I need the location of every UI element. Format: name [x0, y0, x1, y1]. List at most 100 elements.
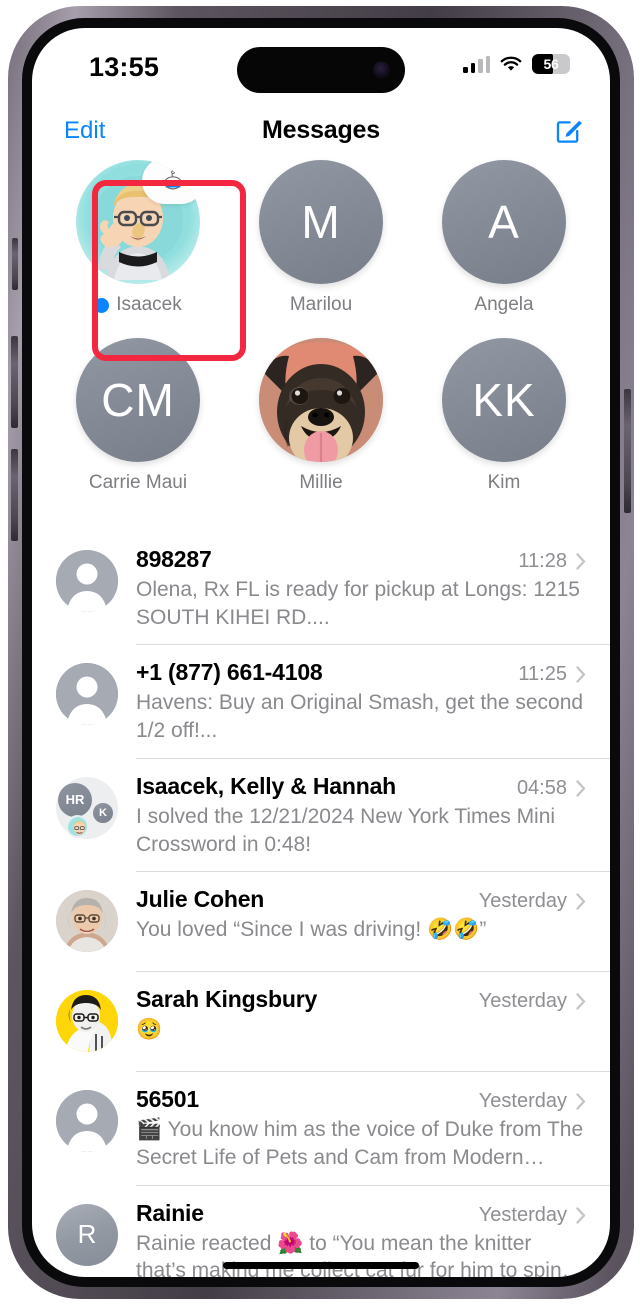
- pinned-item-millie[interactable]: Millie: [245, 338, 397, 494]
- conversation-time: Yesterday: [478, 1203, 567, 1226]
- conversation-meta: Yesterday: [479, 1090, 586, 1113]
- initials-avatar: A: [442, 160, 566, 284]
- battery-percent: 56: [543, 56, 559, 72]
- conversation-meta: 11:25: [518, 663, 586, 686]
- conversation-header: +1 (877) 661-4108 11:25: [136, 659, 586, 686]
- placeholder-person-avatar: [56, 663, 118, 726]
- pinned-row-1: Isaacek M Marilou A Angela: [62, 160, 580, 316]
- volume-up-button[interactable]: [11, 336, 18, 428]
- conversation-header: 56501 Yesterday: [136, 1086, 586, 1113]
- conversation-meta: 11:28: [518, 550, 586, 573]
- phone-screen: 13:55 56 Edit Messages Isaacek M Marilou…: [32, 28, 610, 1277]
- page-title: Messages: [262, 116, 380, 144]
- pinned-conversations-grid: Isaacek M Marilou A Angela CM Carrie Mau…: [32, 160, 610, 532]
- phone-hardware-frame: 13:55 56 Edit Messages Isaacek M Marilou…: [8, 6, 634, 1299]
- conversation-body: Julie Cohen Yesterday You loved “Since I…: [136, 886, 586, 944]
- conversation-name: 56501: [136, 1086, 199, 1113]
- conversation-name: +1 (877) 661-4108: [136, 659, 323, 686]
- group-avatar-initials-1: HR: [58, 782, 92, 817]
- contact-photo-avatar: [56, 890, 118, 953]
- conversation-row[interactable]: Julie Cohen Yesterday You loved “Since I…: [32, 872, 610, 973]
- chevron-right-icon[interactable]: [576, 1207, 586, 1224]
- conversation-header: Isaacek, Kelly & Hannah 04:58: [136, 773, 586, 800]
- conversation-body: Isaacek, Kelly & Hannah 04:58 I solved t…: [136, 773, 586, 858]
- status-bar-indicators: 56: [463, 54, 570, 74]
- placeholder-person-avatar: [56, 550, 118, 612]
- conversation-meta: 04:58: [517, 777, 586, 800]
- conversation-time: 04:58: [516, 776, 567, 799]
- avatar-initials: KK: [472, 374, 536, 426]
- group-avatar: HR K: [56, 776, 118, 839]
- pinned-item-kim[interactable]: KK Kim: [428, 338, 580, 494]
- pinned-item-label: Marilou: [289, 294, 353, 315]
- conversation-name: Isaacek, Kelly & Hannah: [136, 772, 397, 799]
- conversation-header: Julie Cohen Yesterday: [136, 886, 586, 913]
- conversation-body: 898287 11:28 Olena, Rx FL is ready for p…: [136, 546, 586, 631]
- initials-avatar: M: [259, 160, 383, 284]
- conversation-preview: Havens: Buy an Original Smash, get the s…: [136, 691, 584, 743]
- dynamic-island: [237, 47, 405, 93]
- conversation-time: 11:25: [518, 663, 567, 686]
- chevron-right-icon[interactable]: [576, 553, 586, 570]
- chevron-right-icon[interactable]: [576, 780, 586, 797]
- conversation-time: Yesterday: [478, 1090, 567, 1113]
- conversation-preview: 🎬 You know him as the voice of Duke from…: [136, 1118, 584, 1170]
- conversation-preview: Olena, Rx FL is ready for pickup at Long…: [136, 578, 580, 629]
- conversation-row[interactable]: +1 (877) 661-4108 11:25 Havens: Buy an O…: [32, 645, 610, 759]
- navigation-bar: Edit Messages: [32, 106, 610, 160]
- conversation-row[interactable]: Sarah Kingsbury Yesterday 🥹: [32, 972, 610, 1073]
- pinned-row-2: CM Carrie Maui Millie KK Kim: [62, 338, 580, 494]
- conversation-row[interactable]: 56501 Yesterday 🎬 You know him as the vo…: [32, 1072, 610, 1186]
- group-avatar-initials-2: K: [91, 800, 115, 825]
- conversation-meta: Yesterday: [479, 990, 586, 1013]
- avatar-initials: A: [488, 196, 520, 248]
- wifi-icon: [499, 55, 523, 73]
- power-button[interactable]: [624, 389, 631, 513]
- action-button[interactable]: [12, 238, 18, 290]
- chevron-right-icon[interactable]: [576, 993, 586, 1010]
- compose-icon[interactable]: [554, 115, 584, 145]
- conversation-preview: I solved the 12/21/2024 New York Times M…: [136, 804, 556, 856]
- conversation-time: Yesterday: [478, 890, 567, 913]
- conversation-time: 11:28: [518, 550, 567, 572]
- pinned-item-label: Kim: [487, 472, 521, 493]
- initials-avatar: CM: [76, 338, 200, 462]
- pinned-item-label-wrap: Isaacek: [94, 294, 182, 316]
- chevron-right-icon[interactable]: [576, 893, 586, 910]
- front-camera-icon: [373, 61, 390, 79]
- contact-photo-avatar: [56, 990, 118, 1053]
- initials-avatar: KK: [442, 338, 566, 462]
- conversation-meta: Yesterday: [479, 1204, 586, 1227]
- pinned-item-label: Millie: [299, 472, 343, 493]
- sticker-badge-icon: [142, 160, 200, 204]
- home-indicator[interactable]: [223, 1262, 419, 1269]
- dog-photo-avatar: [259, 338, 383, 462]
- conversation-list[interactable]: 898287 11:28 Olena, Rx FL is ready for p…: [32, 532, 610, 1277]
- conversation-row[interactable]: HR K Isaacek, Kelly & Hannah 04:58 I sol…: [32, 759, 610, 873]
- conversation-row[interactable]: 898287 11:28 Olena, Rx FL is ready for p…: [32, 532, 610, 646]
- group-avatar-memoji: [66, 814, 89, 838]
- chevron-right-icon[interactable]: [576, 1093, 586, 1110]
- pinned-item-marilou[interactable]: M Marilou: [245, 160, 397, 316]
- conversation-name: 898287: [136, 546, 212, 572]
- conversation-name: Sarah Kingsbury: [136, 986, 318, 1013]
- pinned-item-isaacek[interactable]: Isaacek: [62, 160, 214, 316]
- edit-button[interactable]: Edit: [64, 117, 105, 145]
- pinned-item-carrie-maui[interactable]: CM Carrie Maui: [62, 338, 214, 494]
- avatar-initials: M: [301, 196, 341, 248]
- volume-down-button[interactable]: [11, 449, 18, 541]
- conversation-name: Rainie: [136, 1199, 204, 1226]
- screenshot-root: 13:55 56 Edit Messages Isaacek M Marilou…: [0, 0, 642, 1305]
- conversation-body: Sarah Kingsbury Yesterday 🥹: [136, 986, 586, 1044]
- avatar-initials: CM: [101, 374, 175, 426]
- conversation-preview: You loved “Since I was driving! 🤣🤣”: [136, 918, 487, 942]
- status-bar-time: 13:55: [89, 52, 160, 82]
- chevron-right-icon[interactable]: [576, 666, 586, 684]
- pinned-item-label: Isaacek: [116, 294, 182, 315]
- memoji-avatar: [76, 160, 200, 284]
- conversation-body: +1 (877) 661-4108 11:25 Havens: Buy an O…: [136, 659, 586, 744]
- pinned-item-angela[interactable]: A Angela: [428, 160, 580, 316]
- battery-icon: 56: [532, 54, 570, 74]
- conversation-meta: Yesterday: [479, 890, 586, 913]
- placeholder-person-avatar: [56, 1090, 118, 1153]
